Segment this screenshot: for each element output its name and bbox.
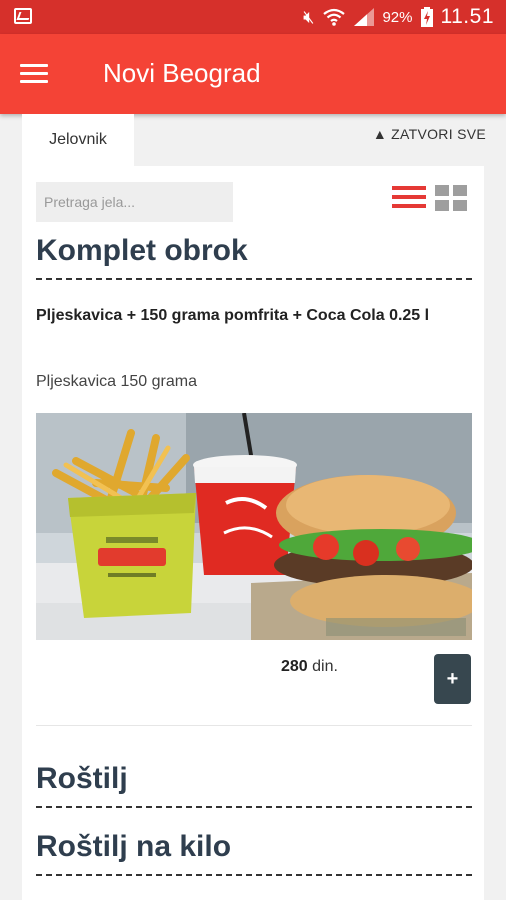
signal-icon [354,8,375,26]
status-bar: 🔇︎ 92% 11.51 [0,0,506,34]
menu-item-description: Pljeskavica 150 grama [36,373,197,390]
menu-item-price: 280 din. [281,658,338,676]
hamburger-icon[interactable] [20,64,48,84]
section-title-komplet-obrok[interactable]: Komplet obrok [36,234,248,268]
section-divider [36,806,472,808]
mute-vibrate-icon: 🔇︎ [303,6,315,27]
clock: 11.51 [440,5,494,28]
list-view-icon[interactable] [392,186,426,210]
status-indicators: 🔇︎ 92% 11.51 [303,0,494,34]
menu-item-photo [36,413,472,640]
tab-row: Jelovnik ▲ ZATVORI SVE [22,114,506,166]
picture-icon [14,8,32,24]
search-input[interactable] [36,182,233,222]
price-value: 280 [281,658,308,675]
section-divider [36,874,472,876]
tab-menu[interactable]: Jelovnik [22,114,134,166]
collapse-all-button[interactable]: ▲ ZATVORI SVE [373,126,486,142]
battery-charging-icon [420,7,433,27]
menu-content: Komplet obrok Pljeskavica + 150 grama po… [22,166,484,900]
section-divider [36,278,472,280]
section-title-rostilj[interactable]: Roštilj [36,762,128,796]
price-currency: din. [307,658,338,675]
page-title: Novi Beograd [103,58,261,88]
app-bar: Novi Beograd [0,34,506,114]
wifi-icon [323,8,346,26]
grid-view-icon[interactable] [435,185,467,211]
menu-item-name: Pljeskavica + 150 grama pomfrita + Coca … [36,307,430,324]
battery-percent: 92% [382,8,413,26]
section-title-rostilj-na-kilo[interactable]: Roštilj na kilo [36,830,231,864]
item-separator [36,725,472,726]
add-to-cart-button[interactable]: + [434,654,471,704]
